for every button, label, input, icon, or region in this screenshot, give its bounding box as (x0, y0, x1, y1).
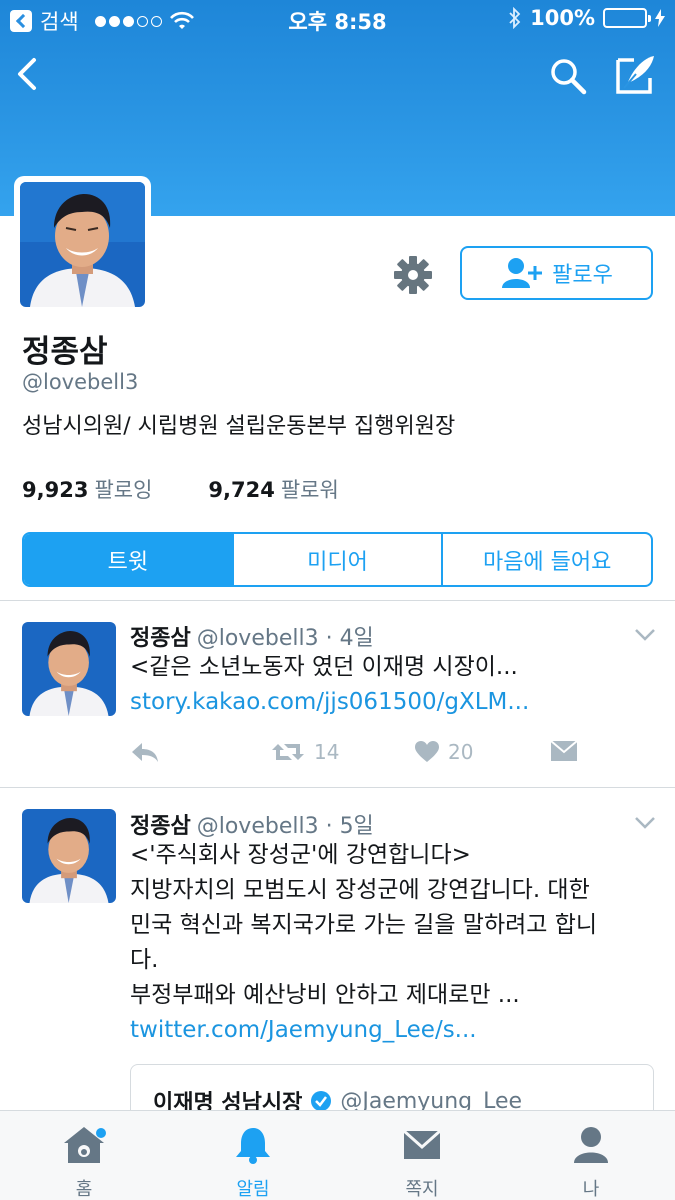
follow-label: 팔로우 (552, 263, 613, 288)
follow-button[interactable]: 팔로우 (460, 246, 653, 300)
status-bar: 검색 오후 8:58 100% (0, 0, 675, 38)
tweet-meta: @lovebell3 · 5일 (196, 814, 374, 839)
gear-icon[interactable] (392, 254, 434, 296)
like-button[interactable]: 20 (414, 740, 473, 764)
tweet-body: <같은 소년노동자 였던 이재명 시장이... story.kakao.com/… (130, 650, 650, 720)
tweet-actions: 14 20 (130, 740, 590, 770)
tab-messages[interactable]: 쪽지 (372, 1125, 472, 1200)
following-stat[interactable]: 9,923 팔로잉 (22, 474, 152, 504)
tweet-link[interactable]: twitter.com/Jaemyung_Lee/s... (130, 1013, 650, 1048)
retweet-icon (272, 744, 304, 760)
tweet-text-line: 민국 혁신과 복지국가로 가는 길을 말하려고 합니 (130, 912, 598, 938)
retweet-button[interactable]: 14 (270, 740, 339, 764)
tab-likes[interactable]: 마음에 들어요 (441, 534, 651, 585)
tweet-author-name[interactable]: 정종삼 (130, 814, 191, 839)
envelope-icon (550, 740, 578, 761)
reply-button[interactable] (130, 740, 160, 764)
tab-media[interactable]: 미디어 (231, 534, 442, 585)
reply-icon (132, 743, 158, 762)
verified-badge-icon (311, 1091, 332, 1111)
home-icon (64, 1127, 106, 1163)
status-right: 100% (508, 6, 665, 30)
bluetooth-icon (509, 7, 521, 29)
person-icon (574, 1127, 608, 1163)
profile-avatar[interactable] (14, 176, 151, 313)
tab-tweets[interactable]: 트윗 (24, 534, 232, 585)
tab-me[interactable]: 나 (541, 1125, 641, 1200)
tweet-header: 정종삼 @lovebell3 · 4일 (130, 620, 374, 652)
chevron-down-icon[interactable] (634, 628, 656, 642)
profile-name: 정종삼 (22, 334, 108, 370)
bell-icon (236, 1128, 270, 1164)
followers-label: 팔로워 (280, 478, 339, 502)
charging-icon (655, 9, 665, 27)
battery-percent: 100% (530, 6, 595, 30)
following-label: 팔로잉 (94, 478, 153, 502)
chevron-down-icon[interactable] (634, 816, 656, 830)
dm-share-button[interactable] (550, 740, 578, 762)
tab-messages-label: 쪽지 (405, 1179, 439, 1200)
tweet-link[interactable]: story.kakao.com/jjs061500/gXLM... (130, 685, 650, 720)
divider (0, 787, 675, 788)
add-user-icon (502, 258, 543, 288)
tweet-text-line: <같은 소년노동자 였던 이재명 시장이... (130, 654, 518, 680)
battery-icon (603, 8, 651, 28)
profile-bio: 성남시의원/ 시립병원 설립운동본부 집행위원장 (22, 414, 456, 439)
tweet-body: <'주식회사 장성군'에 강연합니다> 지방자치의 모범도시 장성군에 강연갑니… (130, 838, 650, 1048)
tab-notifications[interactable]: 알림 (203, 1125, 303, 1200)
tab-home[interactable]: 홈 (34, 1125, 134, 1200)
bottom-tab-bar: 홈 알림 쪽지 나 (0, 1110, 675, 1200)
like-count: 20 (448, 740, 474, 764)
tweet-meta: @lovebell3 · 4일 (196, 626, 374, 651)
tweet-text-line: <'주식회사 장성군'에 강연합니다> (130, 842, 471, 868)
profile-tabs: 트윗 미디어 마음에 들어요 (22, 532, 653, 587)
tweet-avatar[interactable] (22, 809, 116, 903)
search-icon[interactable] (548, 56, 588, 96)
followers-stat[interactable]: 9,724 팔로워 (208, 474, 338, 504)
tab-notifications-label: 알림 (236, 1179, 270, 1200)
envelope-icon (403, 1129, 441, 1159)
tweet-author-name[interactable]: 정종삼 (130, 626, 191, 651)
heart-icon (415, 741, 439, 762)
profile-stats: 9,923 팔로잉 9,724 팔로워 (22, 474, 339, 504)
tweet-avatar[interactable] (22, 622, 116, 716)
tab-home-label: 홈 (75, 1179, 93, 1200)
tweet-header: 정종삼 @lovebell3 · 5일 (130, 808, 374, 840)
compose-tweet-icon[interactable] (612, 52, 658, 96)
tweet-text-line: 다. (130, 947, 159, 973)
profile-photo (20, 182, 145, 307)
retweet-count: 14 (314, 740, 340, 764)
back-arrow-icon[interactable] (12, 56, 42, 92)
followers-count: 9,724 (208, 478, 275, 502)
tweet-text-line: 지방자치의 모범도시 장성군에 강연갑니다. 대한 (130, 877, 590, 903)
following-count: 9,923 (22, 478, 89, 502)
profile-handle: @lovebell3 (22, 370, 139, 394)
tab-me-label: 나 (582, 1179, 600, 1200)
divider (0, 600, 675, 601)
tweet-text-line: 부정부패와 예산낭비 안하고 제대로만 ... (130, 982, 520, 1008)
